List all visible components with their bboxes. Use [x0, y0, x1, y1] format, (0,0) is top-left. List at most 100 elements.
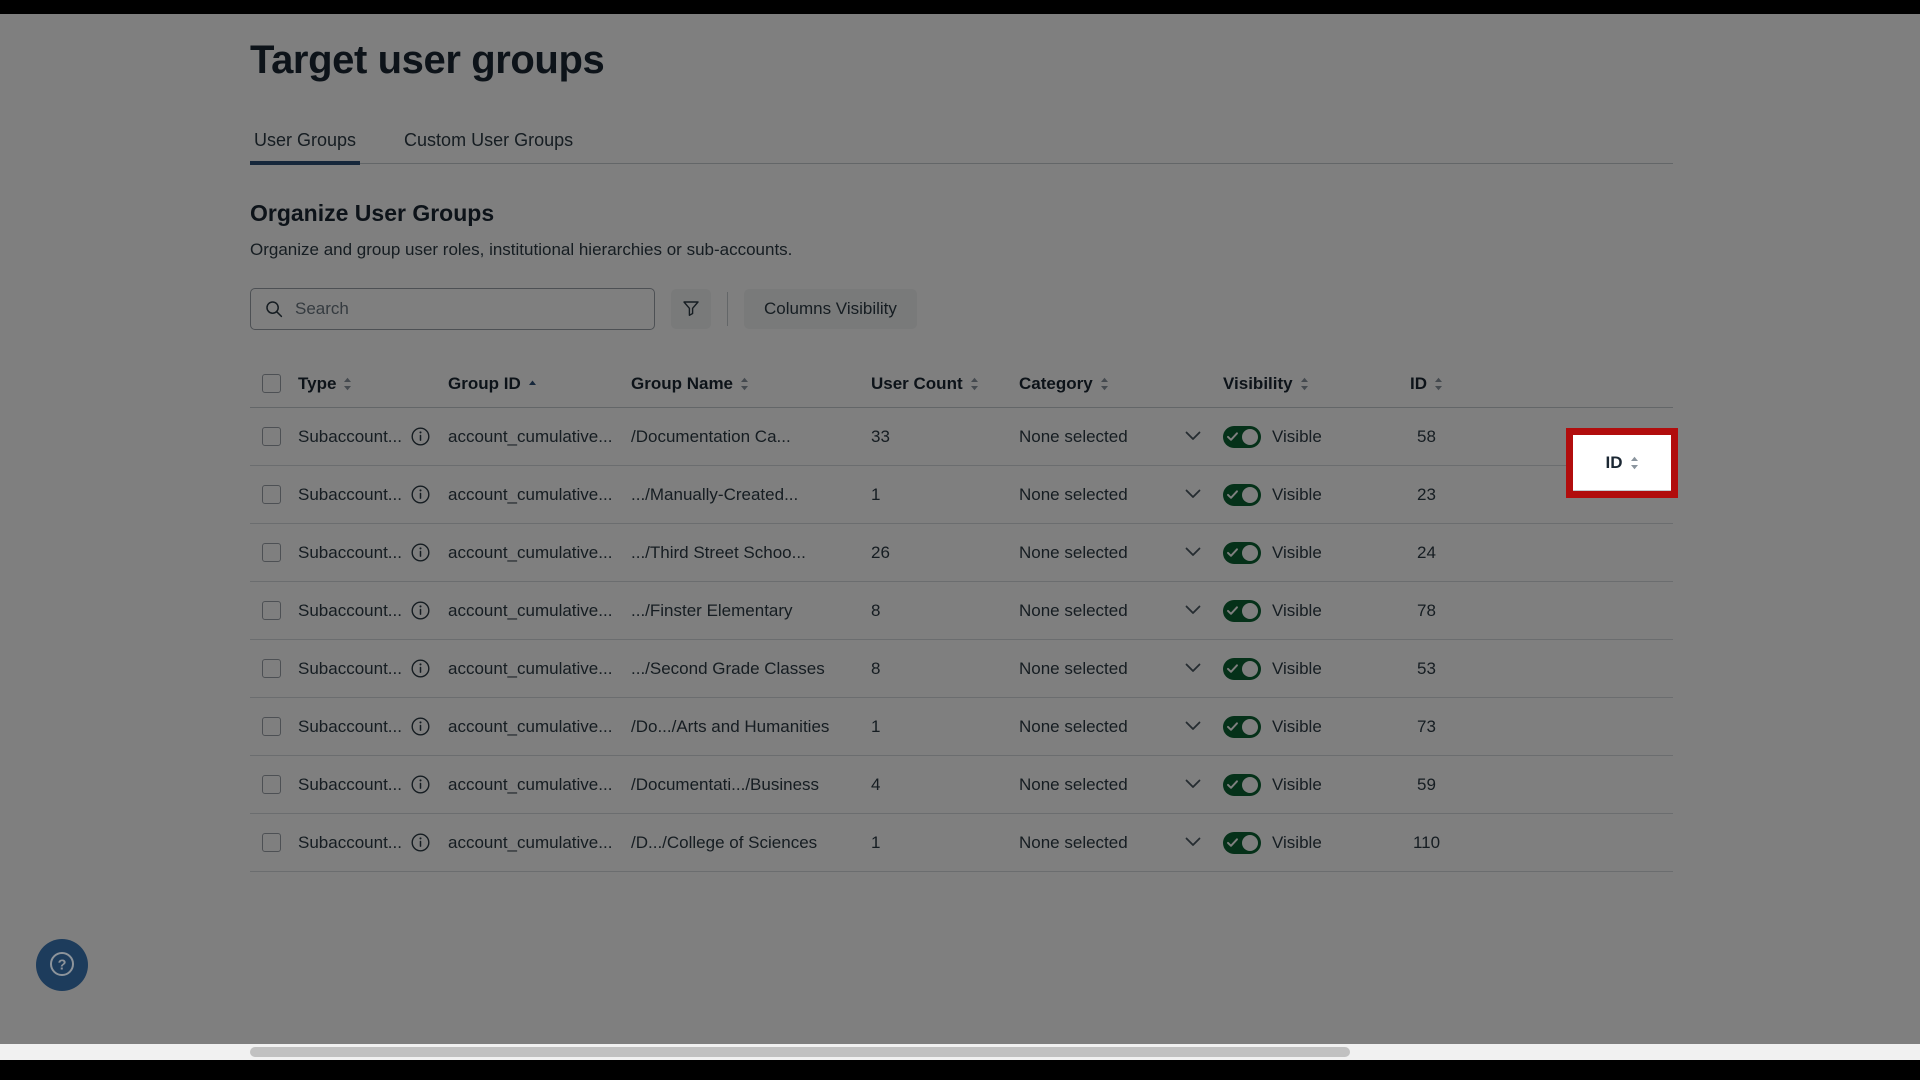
- info-icon[interactable]: [411, 833, 430, 852]
- cell-user-count: 4: [871, 775, 1019, 795]
- info-icon[interactable]: [411, 485, 430, 504]
- category-select[interactable]: None selected: [1019, 775, 1223, 795]
- visibility-toggle[interactable]: [1223, 425, 1261, 448]
- cell-id: 24: [1379, 543, 1474, 563]
- info-icon[interactable]: [411, 601, 430, 620]
- visibility-toggle[interactable]: [1223, 599, 1261, 622]
- cell-type-value: Subaccount...: [298, 484, 402, 504]
- row-checkbox[interactable]: [262, 427, 281, 446]
- table-row[interactable]: Subaccount... account_cumulative... .../Se…: [250, 640, 1673, 698]
- cell-group-id: account_cumulative...: [448, 427, 631, 447]
- cell-group-name: .../Third Street Schoo...: [631, 543, 871, 563]
- cell-category[interactable]: None selected: [1019, 833, 1223, 853]
- cell-user-count-value: 33: [871, 426, 890, 446]
- info-icon[interactable]: [411, 775, 430, 794]
- column-header-group-name[interactable]: Group Name: [631, 374, 871, 394]
- category-select[interactable]: None selected: [1019, 485, 1223, 505]
- cell-type-value: Subaccount...: [298, 600, 402, 620]
- table-header-row: Type Group ID Group Name User Count Cate…: [250, 360, 1673, 408]
- column-header-category[interactable]: Category: [1019, 374, 1223, 394]
- cell-group-name-value: .../Second Grade Classes: [631, 658, 825, 678]
- tab-custom-user-groups[interactable]: Custom User Groups: [400, 130, 577, 163]
- cell-group-name: .../Second Grade Classes: [631, 659, 871, 679]
- cell-category[interactable]: None selected: [1019, 717, 1223, 737]
- tab-user-groups[interactable]: User Groups: [250, 130, 361, 165]
- visibility-toggle[interactable]: [1223, 483, 1261, 506]
- toolbar-divider: [727, 292, 728, 326]
- column-header-type[interactable]: Type: [298, 374, 448, 394]
- table-row[interactable]: Subaccount... account_cumulative... .../Th…: [250, 524, 1673, 582]
- help-button[interactable]: ?: [36, 939, 88, 991]
- column-header-user-count[interactable]: User Count: [871, 374, 1019, 394]
- table-row[interactable]: Subaccount... account_cumulative... /Do...…: [250, 698, 1673, 756]
- toggle-knob: [1242, 718, 1258, 735]
- cell-category[interactable]: None selected: [1019, 427, 1223, 447]
- column-header-group-id[interactable]: Group ID: [448, 374, 631, 394]
- row-checkbox[interactable]: [262, 601, 281, 620]
- cell-group-id-value: account_cumulative...: [448, 484, 613, 504]
- category-select[interactable]: None selected: [1019, 717, 1223, 737]
- info-icon[interactable]: [411, 427, 430, 446]
- cell-category[interactable]: None selected: [1019, 485, 1223, 505]
- row-checkbox[interactable]: [262, 833, 281, 852]
- cell-user-count-value: 8: [871, 600, 881, 620]
- search-box[interactable]: [250, 288, 655, 330]
- row-checkbox[interactable]: [262, 543, 281, 562]
- table-row[interactable]: Subaccount... account_cumulative... /D.../…: [250, 814, 1673, 872]
- cell-type: Subaccount...: [298, 543, 448, 563]
- cell-id: 53: [1379, 659, 1474, 679]
- column-header-id[interactable]: ID: [1379, 374, 1474, 394]
- cell-category[interactable]: None selected: [1019, 601, 1223, 621]
- highlighted-id-header[interactable]: ID: [1606, 453, 1639, 473]
- row-checkbox[interactable]: [262, 659, 281, 678]
- cell-type-value: Subaccount...: [298, 774, 402, 794]
- category-select[interactable]: None selected: [1019, 833, 1223, 853]
- category-select[interactable]: None selected: [1019, 427, 1223, 447]
- horizontal-scrollbar[interactable]: [0, 1044, 1920, 1060]
- row-select-cell: [250, 485, 298, 504]
- visibility-toggle[interactable]: [1223, 657, 1261, 680]
- visibility-toggle[interactable]: [1223, 541, 1261, 564]
- table-row[interactable]: Subaccount... account_cumulative... .../Fi…: [250, 582, 1673, 640]
- scrollbar-thumb[interactable]: [250, 1047, 1350, 1057]
- screen: Target user groups User Groups Custom Us…: [0, 0, 1920, 1080]
- row-select-cell: [250, 775, 298, 794]
- sort-icon: [1300, 377, 1309, 391]
- select-all-checkbox[interactable]: [262, 374, 281, 393]
- row-checkbox[interactable]: [262, 717, 281, 736]
- cell-user-count-value: 4: [871, 774, 881, 794]
- cell-visibility: Visible: [1223, 715, 1379, 738]
- table-row[interactable]: Subaccount... account_cumulative... /Docum…: [250, 408, 1673, 466]
- cell-group-name-value: .../Third Street Schoo...: [631, 542, 806, 562]
- cell-id: 23: [1379, 485, 1474, 505]
- category-select[interactable]: None selected: [1019, 659, 1223, 679]
- cell-user-count: 26: [871, 543, 1019, 563]
- info-icon[interactable]: [411, 659, 430, 678]
- row-checkbox[interactable]: [262, 775, 281, 794]
- row-checkbox[interactable]: [262, 485, 281, 504]
- visibility-toggle[interactable]: [1223, 715, 1261, 738]
- cell-type: Subaccount...: [298, 717, 448, 737]
- row-select-cell: [250, 717, 298, 736]
- category-select[interactable]: None selected: [1019, 601, 1223, 621]
- visibility-toggle[interactable]: [1223, 831, 1261, 854]
- table-row[interactable]: Subaccount... account_cumulative... .../Ma…: [250, 466, 1673, 524]
- column-header-visibility[interactable]: Visibility: [1223, 374, 1379, 394]
- visibility-toggle[interactable]: [1223, 773, 1261, 796]
- cell-visibility: Visible: [1223, 425, 1379, 448]
- info-icon[interactable]: [411, 543, 430, 562]
- cell-id: 58: [1379, 427, 1474, 447]
- columns-visibility-button[interactable]: Columns Visibility: [744, 289, 917, 329]
- category-select[interactable]: None selected: [1019, 543, 1223, 563]
- cell-group-name-value: .../Manually-Created...: [631, 484, 799, 504]
- filter-button[interactable]: [671, 289, 711, 329]
- cell-category[interactable]: None selected: [1019, 543, 1223, 563]
- info-icon[interactable]: [411, 717, 430, 736]
- search-input[interactable]: [295, 299, 640, 319]
- cell-visibility-label: Visible: [1272, 426, 1322, 446]
- page-title: Target user groups: [250, 38, 605, 82]
- cell-category[interactable]: None selected: [1019, 775, 1223, 795]
- cell-category[interactable]: None selected: [1019, 659, 1223, 679]
- table-row[interactable]: Subaccount... account_cumulative... /Docum…: [250, 756, 1673, 814]
- cell-id-value: 73: [1417, 716, 1436, 736]
